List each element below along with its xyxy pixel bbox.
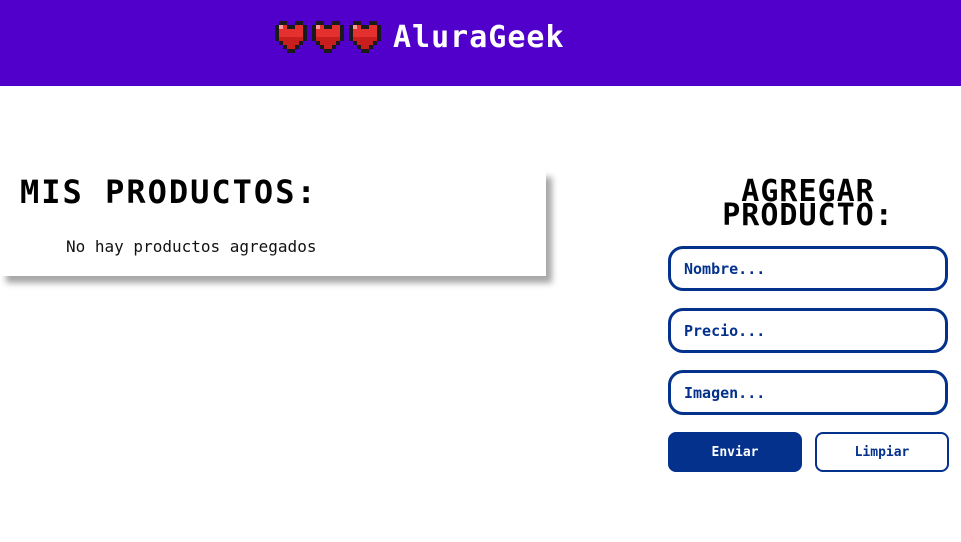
name-input[interactable] — [668, 246, 948, 291]
products-panel: MIS PRODUCTOS: No hay productos agregado… — [0, 170, 546, 276]
brand-name: AluraGeek — [393, 19, 565, 55]
heart-icon — [349, 21, 381, 53]
heart-icon — [275, 21, 307, 53]
header-bar: AluraGeek — [0, 0, 961, 86]
clear-button[interactable]: Limpiar — [815, 432, 949, 472]
send-button[interactable]: Enviar — [668, 432, 802, 472]
hearts-logo — [275, 21, 381, 53]
image-url-input[interactable] — [668, 370, 948, 415]
heart-icon — [312, 21, 344, 53]
empty-products-message: No hay productos agregados — [66, 237, 317, 256]
products-title: MIS PRODUCTOS: — [20, 173, 318, 211]
add-product-title-line2: PRODUCTO: — [722, 198, 894, 233]
brand[interactable]: AluraGeek — [275, 18, 565, 56]
add-product-title: AGREGAR PRODUCTO: — [668, 177, 948, 231]
price-input[interactable] — [668, 308, 948, 353]
